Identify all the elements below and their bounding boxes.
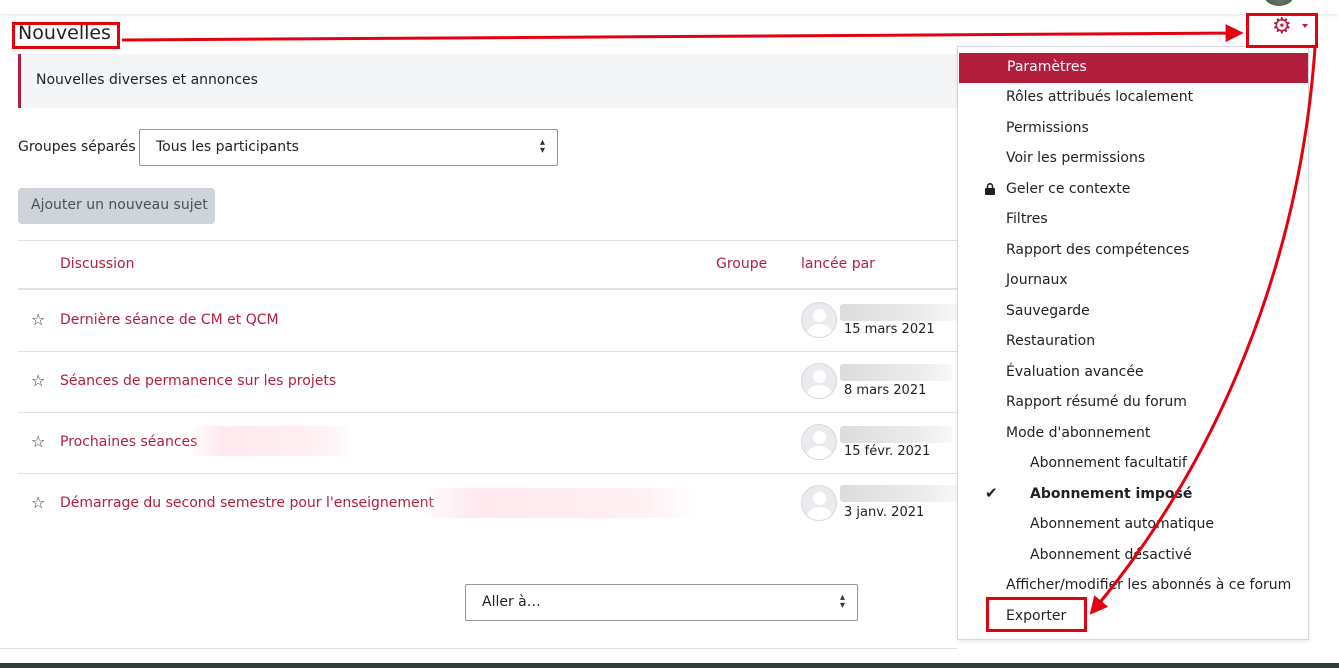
- discussion-date: 8 mars 2021: [844, 383, 927, 398]
- menu-item-logs[interactable]: Journaux: [958, 266, 1308, 296]
- top-navbar: [0, 0, 1339, 14]
- blurred-title-text: [420, 488, 700, 518]
- select-arrows-icon: ▴ ▾: [839, 592, 845, 611]
- blurred-author-name: [840, 485, 958, 502]
- settings-menu: Paramètres Rôles attribués localement Pe…: [957, 46, 1309, 640]
- menu-item-competencies[interactable]: Rapport des compétences: [958, 236, 1308, 266]
- menu-item-subscription-forced[interactable]: ✔ Abonnement imposé: [958, 480, 1308, 510]
- menu-item-freeze-context[interactable]: Geler ce contexte: [958, 175, 1308, 205]
- menu-item-subscription-optional[interactable]: Abonnement facultatif: [958, 449, 1308, 479]
- annotation-title-box: [12, 22, 120, 49]
- menu-item-backup[interactable]: Sauvegarde: [958, 297, 1308, 327]
- menu-item-permissions[interactable]: Permissions: [958, 114, 1308, 144]
- author-avatar: [801, 302, 837, 338]
- menu-item-restore[interactable]: Restauration: [958, 327, 1308, 357]
- blurred-title-text: [190, 426, 355, 456]
- blurred-author-name: [840, 364, 952, 381]
- discussion-link[interactable]: Prochaines séances: [60, 434, 197, 450]
- column-header-started-by[interactable]: lancée par: [801, 256, 875, 272]
- lock-icon: [985, 183, 995, 195]
- menu-item-parametres[interactable]: Paramètres: [959, 53, 1308, 83]
- table-top-border: [18, 240, 960, 241]
- row-divider: [18, 473, 960, 474]
- menu-item-filters[interactable]: Filtres: [958, 205, 1308, 235]
- row-divider: [18, 412, 960, 413]
- menu-item-check-permissions[interactable]: Voir les permissions: [958, 144, 1308, 174]
- jump-to-value: Aller à…: [482, 594, 541, 610]
- forum-intro-text: Nouvelles diverses et annonces: [36, 72, 258, 88]
- annotation-gear-box: [1246, 13, 1318, 48]
- jump-to-select[interactable]: Aller à… ▴ ▾: [465, 584, 858, 621]
- column-header-discussion[interactable]: Discussion: [60, 256, 134, 272]
- add-discussion-button[interactable]: Ajouter un nouveau sujet: [18, 188, 215, 224]
- row-divider: [18, 351, 960, 352]
- column-header-group[interactable]: Groupe: [716, 256, 767, 272]
- group-mode-label: Groupes séparés: [18, 139, 136, 155]
- group-select-value: Tous les participants: [156, 139, 299, 155]
- check-icon: ✔: [985, 484, 998, 502]
- page-bottom-border: [0, 648, 957, 649]
- forum-intro: Nouvelles diverses et annonces: [18, 54, 960, 108]
- discussion-date: 15 févr. 2021: [844, 444, 931, 459]
- menu-item-subscription-auto[interactable]: Abonnement automatique: [958, 510, 1308, 540]
- footer-bar: [0, 663, 1339, 668]
- menu-item-forum-summary[interactable]: Rapport résumé du forum: [958, 388, 1308, 418]
- menu-item-roles[interactable]: Rôles attribués localement: [958, 83, 1308, 113]
- menu-item-subscription-mode[interactable]: Mode d'abonnement: [958, 419, 1308, 449]
- blurred-author-name: [840, 426, 952, 443]
- author-avatar: [801, 424, 837, 460]
- star-icon[interactable]: ☆: [31, 310, 45, 329]
- star-icon[interactable]: ☆: [31, 493, 45, 512]
- discussion-link[interactable]: Séances de permanence sur les projets: [60, 373, 336, 389]
- discussion-link[interactable]: Démarrage du second semestre pour l'ense…: [60, 495, 434, 511]
- menu-item-advanced-grading[interactable]: Évaluation avancée: [958, 358, 1308, 388]
- author-avatar: [801, 485, 837, 521]
- select-arrows-icon: ▴ ▾: [539, 137, 545, 156]
- annotation-export-box: [986, 597, 1087, 632]
- author-avatar: [801, 363, 837, 399]
- menu-item-subscription-disabled[interactable]: Abonnement désactivé: [958, 541, 1308, 571]
- star-icon[interactable]: ☆: [31, 432, 45, 451]
- annotation-arrow-title-to-gear: [121, 24, 1244, 43]
- discussion-link[interactable]: Dernière séance de CM et QCM: [60, 312, 279, 328]
- blurred-author-name: [840, 304, 958, 321]
- star-icon[interactable]: ☆: [31, 371, 45, 390]
- group-select[interactable]: Tous les participants ▴ ▾: [139, 129, 558, 166]
- discussion-date: 3 janv. 2021: [844, 505, 925, 520]
- discussion-date: 15 mars 2021: [844, 322, 935, 337]
- add-discussion-label: Ajouter un nouveau sujet: [31, 197, 208, 213]
- table-header-border: [18, 288, 960, 290]
